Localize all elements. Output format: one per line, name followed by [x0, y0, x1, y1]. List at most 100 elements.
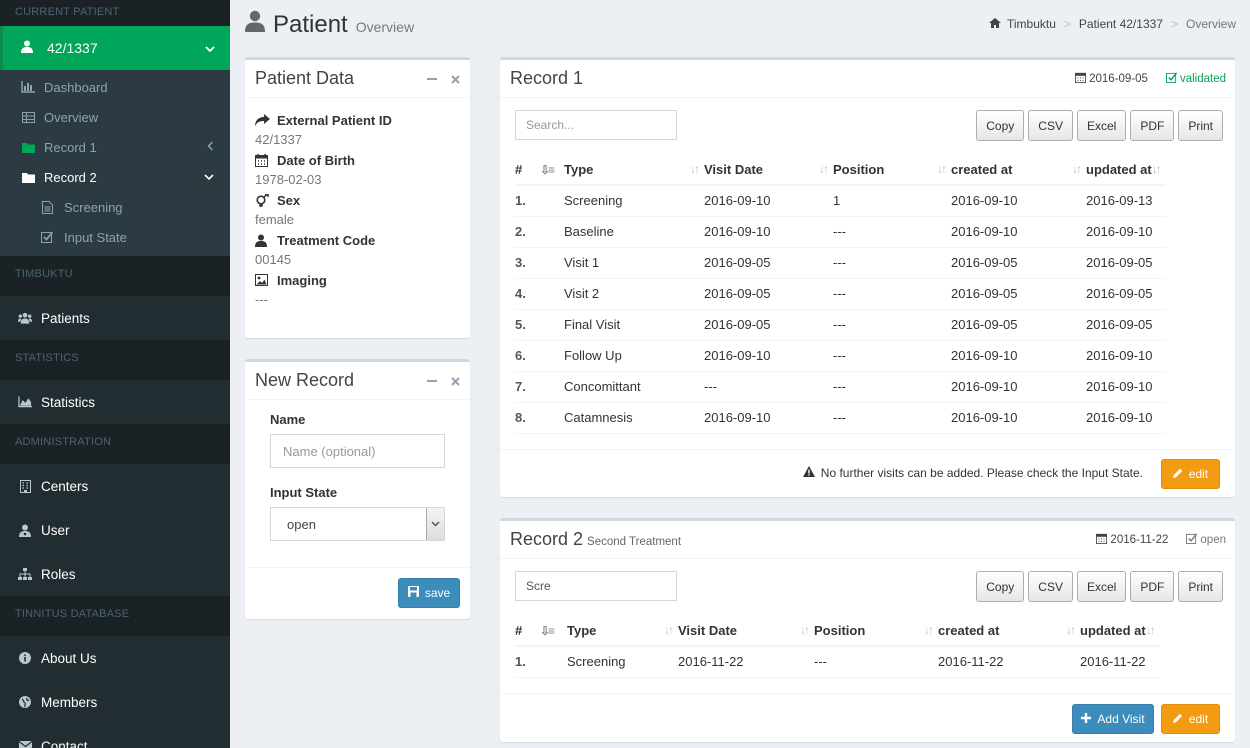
close-icon[interactable] [451, 373, 460, 389]
patient-data-box: Patient Data External Patient ID 42/1337… [245, 57, 470, 338]
search-input[interactable]: Scre [515, 571, 677, 601]
input-state-select[interactable]: open [270, 507, 445, 541]
cell-position: --- [833, 247, 951, 279]
edit-button[interactable]: edit [1161, 704, 1220, 734]
column-header-position[interactable]: Position ↓↑ [833, 154, 951, 186]
breadcrumb-item-timbuktu[interactable]: Timbuktu [1007, 17, 1056, 31]
cell-type: Follow Up [564, 340, 704, 372]
pdf-button[interactable]: PDF [1130, 110, 1175, 141]
csv-button[interactable]: CSV [1028, 110, 1073, 141]
record1-footer: No further visits can be added. Please c… [500, 449, 1235, 497]
column-header-visit-date[interactable]: Visit Date ↓↑ [704, 154, 833, 186]
sidebar-item-label: Screening [64, 199, 123, 215]
column-header-label: Type [567, 622, 597, 638]
copy-button[interactable]: Copy [976, 110, 1025, 141]
sidebar-item-dashboard[interactable]: Dashboard [0, 72, 230, 102]
table-row[interactable]: 3. Visit 1 2016-09-05 --- 2016-09-05 2016-09-… [515, 247, 1166, 279]
column-header-created-at[interactable]: created at ↓↑ [938, 615, 1080, 647]
sidebar-item-label: User [41, 522, 70, 538]
sidebar-item-centers[interactable]: Centers [0, 464, 230, 508]
sidebar-item-statistics[interactable]: Statistics [0, 380, 230, 424]
sidebar-patient-label: 42/1337 [47, 40, 98, 56]
column-header-type[interactable]: Type ↓↑ [567, 615, 678, 647]
sidebar-item-about-us[interactable]: About Us [0, 636, 230, 680]
sidebar-item-patients[interactable]: Patients [0, 296, 230, 340]
sidebar-header-administration: ADMINISTRATION [0, 424, 230, 464]
table-row[interactable]: 8. Catamnesis 2016-09-10 --- 2016-09-10 2016-… [515, 402, 1166, 434]
column-header-visit-date[interactable]: Visit Date ↓↑ [678, 615, 814, 647]
column-header-updated-at[interactable]: updated at ↓↑ [1086, 154, 1166, 186]
cell-position: 1 [833, 185, 951, 217]
table-row[interactable]: 7. Concomittant --- --- 2016-09-10 2016-09-10 [515, 371, 1166, 403]
field-label-text: Sex [277, 192, 301, 208]
field-label-date-of-birth: Date of Birth [255, 150, 460, 170]
sidebar-item-record1[interactable]: Record 1 [0, 132, 230, 162]
sidebar-item-label: Input State [64, 229, 127, 245]
column-header-position[interactable]: Position ↓↑ [814, 615, 938, 647]
save-button[interactable]: save [398, 578, 460, 608]
sort-icon[interactable]: ⇩≡ [540, 154, 564, 186]
column-header-number[interactable]: # [515, 615, 540, 647]
breadcrumb: Timbuktu > Patient 42/1337 > Overview [988, 17, 1236, 31]
add-visit-button[interactable]: Add Visit [1072, 704, 1154, 734]
table-row[interactable]: 2. Baseline 2016-09-10 --- 2016-09-10 2016-09… [515, 216, 1166, 248]
print-button[interactable]: Print [1178, 110, 1223, 141]
column-header-created-at[interactable]: created at ↓↑ [951, 154, 1086, 186]
cell-number: 1. [515, 185, 540, 217]
box-title: Record 2 Second Treatment [510, 529, 681, 550]
folder-icon [20, 142, 36, 153]
cell-type: Concomittant [564, 371, 704, 403]
cell-updated-at: 2016-11-22 [1080, 646, 1160, 678]
table-row[interactable]: 1. Screening 2016-09-10 1 2016-09-10 2016-09-… [515, 185, 1166, 217]
cell-type: Catamnesis [564, 402, 704, 434]
edit-button-label: edit [1188, 712, 1209, 726]
warning-text: No further visits can be added. Please c… [820, 466, 1143, 480]
column-header-number[interactable]: # [515, 154, 540, 186]
gender-icon [255, 193, 277, 207]
cell-created-at: 2016-09-10 [951, 371, 1086, 403]
column-header-type[interactable]: Type ↓↑ [564, 154, 704, 186]
breadcrumb-item-patient[interactable]: Patient 42/1337 [1079, 17, 1163, 31]
sort-icon[interactable]: ⇩≡ [540, 615, 567, 647]
table-row[interactable]: 1. Screening 2016-11-22 --- 2016-11-22 2016-1… [515, 646, 1160, 678]
table-row[interactable]: 4. Visit 2 2016-09-05 --- 2016-09-05 2016-09-… [515, 278, 1166, 310]
column-header-label: Type [564, 161, 594, 177]
sidebar-item-overview[interactable]: Overview [0, 102, 230, 132]
cell-position: --- [833, 278, 951, 310]
sidebar-item-label: Statistics [41, 394, 96, 410]
visits-table: # ⇩≡ Type ↓↑ Visit Date ↓↑ Position ↓↑ crea… [515, 615, 1160, 678]
field-label-text: External Patient ID [277, 112, 392, 128]
table-row[interactable]: 6. Follow Up 2016-09-10 --- 2016-09-10 2016-0… [515, 340, 1166, 372]
sidebar-item-current-patient[interactable]: 42/1337 [0, 26, 230, 70]
sidebar-item-screening[interactable]: Screening [0, 192, 230, 222]
close-icon[interactable] [451, 71, 460, 87]
sidebar-item-label: Patients [41, 310, 90, 326]
cell-updated-at: 2016-09-05 [1086, 309, 1166, 341]
page-title: Patient Overview [245, 10, 414, 39]
pencil-icon [1172, 467, 1183, 481]
pdf-button[interactable]: PDF [1130, 571, 1175, 602]
print-button[interactable]: Print [1178, 571, 1223, 602]
column-header-updated-at[interactable]: updated at ↓↑ [1080, 615, 1160, 647]
excel-button[interactable]: Excel [1076, 110, 1127, 141]
minus-icon[interactable] [427, 373, 437, 389]
copy-button[interactable]: Copy [976, 571, 1025, 602]
csv-button[interactable]: CSV [1028, 571, 1073, 602]
sidebar-item-user[interactable]: User [0, 508, 230, 552]
excel-button[interactable]: Excel [1076, 571, 1127, 602]
sidebar-item-contact[interactable]: Contact [0, 724, 230, 748]
search-input[interactable]: Search... [515, 110, 677, 140]
edit-button[interactable]: edit [1161, 459, 1220, 489]
sidebar-item-record2[interactable]: Record 2 [0, 162, 230, 192]
content-header: Patient Overview Timbuktu > Patient 42/1… [230, 0, 1250, 50]
sidebar-item-members[interactable]: Members [0, 680, 230, 724]
breadcrumb-item-overview: Overview [1185, 17, 1236, 31]
column-header-label: created at [938, 622, 1000, 638]
sidebar-item-input-state[interactable]: Input State [0, 222, 230, 252]
sidebar: CURRENT PATIENT 42/1337 Dashboard Overvi… [0, 0, 230, 748]
name-input[interactable]: Name (optional) [270, 434, 445, 468]
box-tools [427, 373, 460, 389]
minus-icon[interactable] [427, 71, 437, 87]
sidebar-item-roles[interactable]: Roles [0, 552, 230, 596]
table-row[interactable]: 5. Final Visit 2016-09-05 --- 2016-09-05 2016… [515, 309, 1166, 341]
